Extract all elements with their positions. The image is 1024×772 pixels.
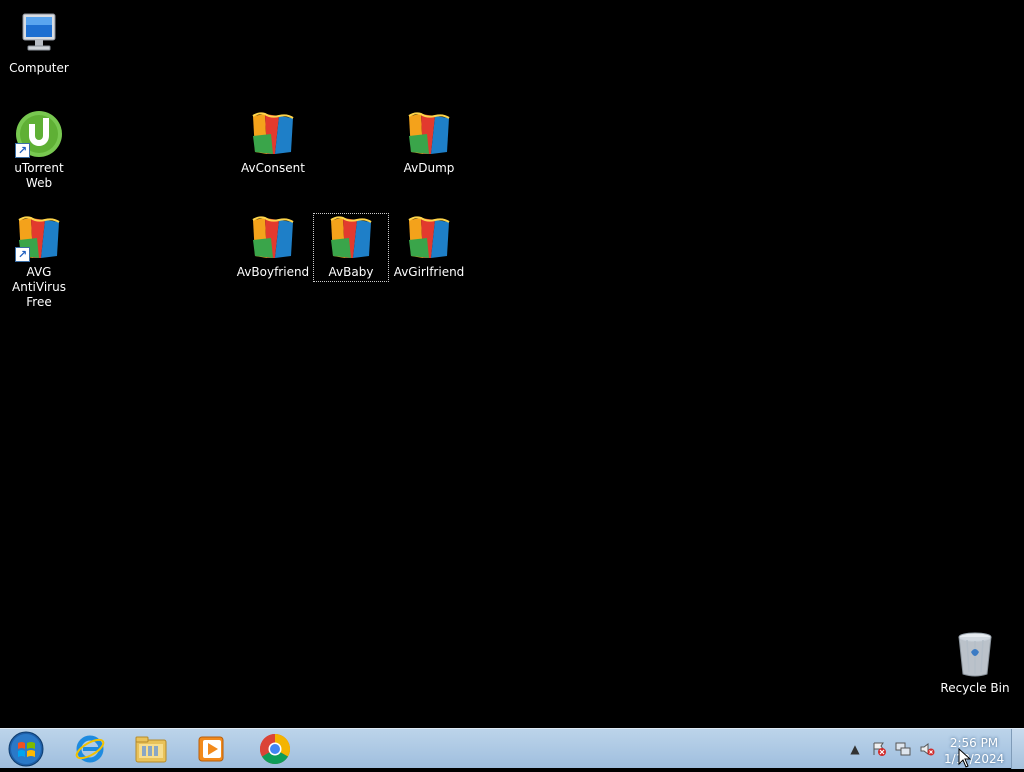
desktop-icon-label: Recycle Bin (940, 681, 1010, 695)
computer-icon (15, 10, 63, 58)
avg-icon (327, 214, 375, 262)
desktop-icon-utorrent-web[interactable]: ↗ uTorrent Web (1, 110, 77, 191)
desktop-icon-label: Computer (9, 61, 69, 75)
desktop-icon-label: uTorrent Web (14, 161, 64, 190)
desktop-icon-avg-antivirus-free[interactable]: ↗ AVG AntiVirus Free (1, 214, 77, 310)
desktop-icon-label: AvBaby (328, 265, 374, 279)
start-orb-icon (8, 731, 44, 767)
desktop-icon-label: AvConsent (241, 161, 305, 175)
desktop-icon-label: AVG AntiVirus Free (12, 265, 66, 309)
avg-icon: ↗ (15, 214, 63, 262)
network-icon[interactable] (893, 739, 913, 759)
taskbar-chrome[interactable] (255, 731, 295, 767)
internet-explorer-icon (75, 735, 105, 763)
desktop[interactable]: Computer ↗ uTorrent Web ↗ AVG AntiVirus … (0, 0, 1024, 728)
clock-date: 1/1?/2024 (944, 752, 1005, 766)
taskbar-clock[interactable]: 2:56 PM 1/1?/2024 (944, 735, 1004, 767)
show-desktop-button[interactable] (1011, 729, 1024, 769)
desktop-icon-label: AvDump (403, 161, 455, 175)
desktop-icon-label: AvGirlfriend (393, 265, 465, 279)
desktop-icon-recycle-bin[interactable]: Recycle Bin (937, 630, 1013, 696)
start-button[interactable] (6, 730, 46, 768)
desktop-icon-avgirlfriend[interactable]: AvGirlfriend (391, 214, 467, 280)
avg-icon (405, 214, 453, 262)
desktop-icon-avdump[interactable]: AvDump (391, 110, 467, 176)
chrome-icon (259, 734, 291, 765)
taskbar-media-player[interactable] (192, 731, 232, 767)
avg-icon (249, 110, 297, 158)
utorrent-icon: ↗ (15, 110, 63, 158)
desktop-icon-computer[interactable]: Computer (1, 10, 77, 76)
desktop-icon-avboyfriend[interactable]: AvBoyfriend (235, 214, 311, 280)
desktop-icon-avconsent[interactable]: AvConsent (235, 110, 311, 176)
media-player-icon (198, 736, 224, 762)
system-tray: ▲ (843, 729, 939, 769)
taskbar-internet-explorer[interactable] (70, 731, 110, 767)
recycle-bin-icon (951, 630, 999, 678)
taskbar-file-explorer[interactable] (131, 731, 171, 767)
mouse-cursor-icon (958, 748, 972, 768)
volume-muted-icon[interactable] (917, 739, 937, 759)
action-center-icon[interactable] (869, 739, 889, 759)
show-hidden-icons-icon[interactable]: ▲ (845, 739, 865, 759)
clock-time: 2:56 PM (949, 736, 999, 750)
avg-icon (405, 110, 453, 158)
taskbar: ▲ 2:56 PM 1/1?/2024 (0, 728, 1024, 769)
shortcut-arrow-icon: ↗ (15, 247, 30, 262)
file-explorer-icon (135, 736, 167, 763)
avg-icon (249, 214, 297, 262)
shortcut-arrow-icon: ↗ (15, 143, 30, 158)
desktop-icon-label: AvBoyfriend (236, 265, 310, 279)
desktop-icon-avbaby[interactable]: AvBaby (313, 213, 389, 282)
